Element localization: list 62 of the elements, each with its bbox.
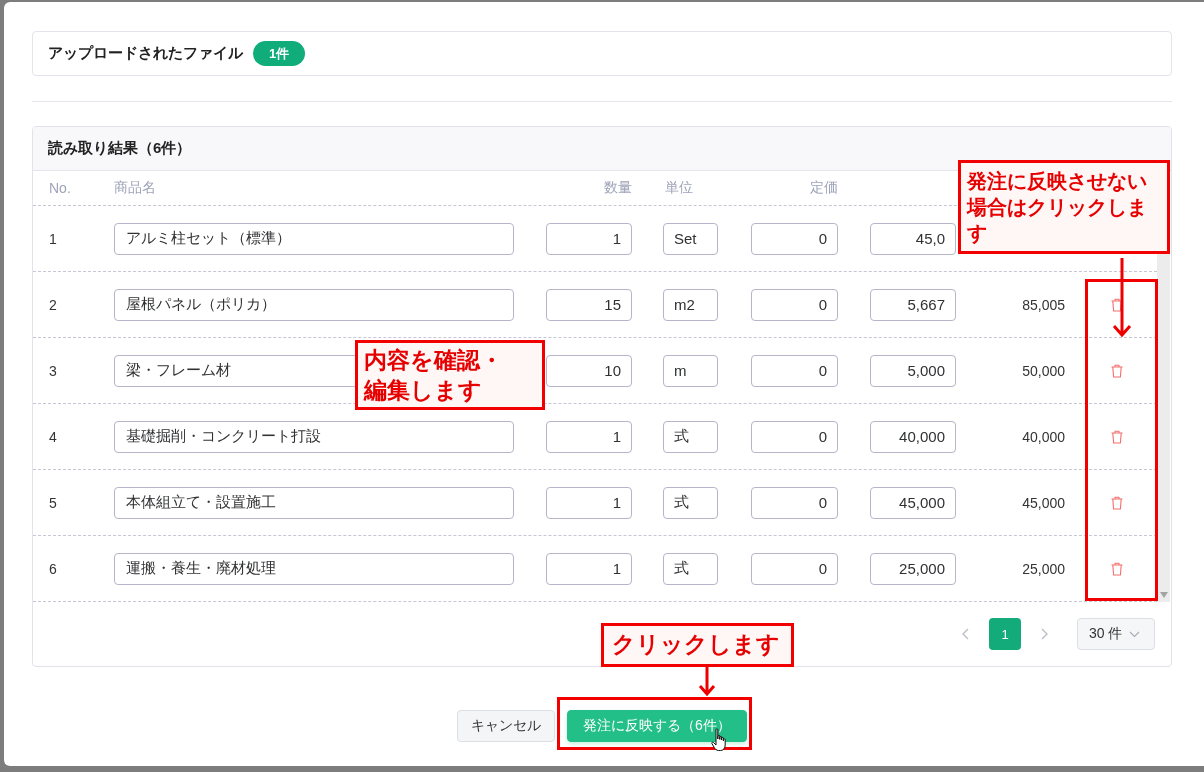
section-title: アップロードされたファイル — [48, 44, 243, 63]
row-number: 6 — [49, 560, 57, 577]
quantity-field[interactable]: 1 — [546, 552, 632, 585]
quantity-field[interactable]: 1 — [546, 486, 632, 519]
annotation-tooltip: クリックします — [601, 623, 794, 667]
unit-field[interactable]: m2 — [663, 288, 718, 321]
amount-text: 40,000 — [1022, 428, 1065, 445]
row-number: 5 — [49, 494, 57, 511]
unit-price-field[interactable]: 45,0 — [870, 222, 956, 255]
unit-price-field[interactable]: 5,000 — [870, 354, 956, 387]
trash-icon[interactable] — [1111, 495, 1123, 510]
row-number: 1 — [49, 230, 57, 247]
trash-icon[interactable] — [1111, 429, 1123, 444]
chevron-right-icon[interactable] — [1041, 628, 1049, 640]
chevron-left-icon[interactable] — [961, 628, 969, 640]
chevron-down-icon — [1129, 630, 1141, 638]
unit-price-field[interactable]: 25,000 — [870, 552, 956, 585]
unit-field[interactable]: 式 — [663, 552, 718, 585]
amount-text: 85,005 — [1022, 296, 1065, 313]
list-price-field[interactable]: 0 — [751, 552, 838, 585]
page-size-select[interactable]: 30 件 — [1077, 618, 1155, 650]
annotation-tooltip: 内容を確認・編集します — [355, 340, 545, 410]
product-name-field[interactable]: 本体組立て・設置施工 — [114, 486, 514, 519]
annotation-tooltip: 発注に反映させない場合はクリックします — [958, 160, 1170, 254]
quantity-field[interactable]: 1 — [546, 222, 632, 255]
unit-field[interactable]: Set — [663, 222, 718, 255]
list-price-field[interactable]: 0 — [751, 354, 838, 387]
row-number: 4 — [49, 428, 57, 445]
amount-text: 25,000 — [1022, 560, 1065, 577]
amount-text: 45,000 — [1022, 494, 1065, 511]
product-name-field[interactable]: 基礎掘削・コンクリート打設 — [114, 420, 514, 453]
list-price-field[interactable]: 0 — [751, 420, 838, 453]
amount-text: 50,000 — [1022, 362, 1065, 379]
quantity-field[interactable]: 1 — [546, 420, 632, 453]
column-header: 数量 — [604, 179, 632, 195]
quantity-field[interactable]: 15 — [546, 288, 632, 321]
column-header: 単位 — [665, 179, 693, 195]
list-price-field[interactable]: 0 — [751, 288, 838, 321]
product-name-field[interactable]: 屋根パネル（ポリカ） — [114, 288, 514, 321]
product-name-field[interactable]: 運搬・養生・廃材処理 — [114, 552, 514, 585]
unit-field[interactable]: 式 — [663, 420, 718, 453]
unit-field[interactable]: m — [663, 354, 718, 387]
column-header: 定価 — [810, 179, 838, 195]
unit-price-field[interactable]: 40,000 — [870, 420, 956, 453]
count-badge: 1件 — [253, 41, 306, 66]
quantity-field[interactable]: 10 — [546, 354, 632, 387]
column-header: 商品名 — [114, 179, 156, 195]
column-header: No. — [49, 180, 71, 196]
list-price-field[interactable]: 0 — [751, 222, 838, 255]
list-price-field[interactable]: 0 — [751, 486, 838, 519]
trash-icon[interactable] — [1111, 561, 1123, 576]
unit-price-field[interactable]: 5,667 — [870, 288, 956, 321]
trash-icon[interactable] — [1111, 363, 1123, 378]
arrow — [697, 667, 717, 697]
trash-icon[interactable] — [1111, 297, 1123, 312]
row-number: 2 — [49, 296, 57, 313]
section-title: 読み取り結果（6件） — [48, 139, 192, 158]
unit-field[interactable]: 式 — [663, 486, 718, 519]
row-number: 3 — [49, 362, 57, 379]
unit-price-field[interactable]: 45,000 — [870, 486, 956, 519]
cancel-button[interactable]: キャンセル — [457, 710, 555, 742]
product-name-field[interactable]: アルミ柱セット（標準） — [114, 222, 514, 255]
